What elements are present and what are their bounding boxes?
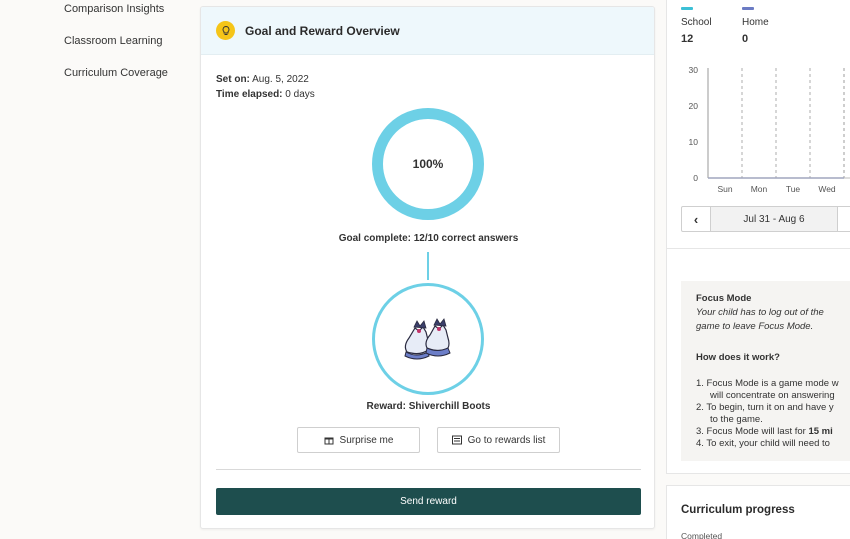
focus-step-2-cont: to the game. <box>710 414 763 425</box>
focus-mode-desc-2: game to leave Focus Mode. <box>696 321 814 332</box>
activity-chart: 0 10 20 30 Sun Mon Tue Wed <box>689 65 850 194</box>
focus-step-4: 4. To exit, your child will need to <box>696 438 830 449</box>
goal-progress-ring: 100% <box>372 108 484 220</box>
x-tick-label: Mon <box>751 184 768 194</box>
focus-mode-title: Focus Mode <box>696 293 752 304</box>
x-tick-label: Wed <box>818 184 836 194</box>
x-tick-label: Sun <box>717 184 732 194</box>
goal-card-header: Goal and Reward Overview <box>201 7 654 55</box>
focus-step-3: 3. Focus Mode will last for 15 mi <box>696 426 833 437</box>
surprise-me-label: Surprise me <box>339 434 394 446</box>
go-to-rewards-list-label: Go to rewards list <box>467 434 546 446</box>
goal-progress-percent: 100% <box>412 157 444 171</box>
x-tick-label: Tue <box>786 184 801 194</box>
completed-label: Completed <box>681 531 723 539</box>
curriculum-progress-card: Curriculum progress Completed <box>666 485 850 539</box>
goal-reward-card: Goal and Reward Overview Set on: Aug. 5,… <box>200 6 655 529</box>
set-on-value: Aug. 5, 2022 <box>252 74 309 85</box>
sidebar: Comparison Insights Classroom Learning C… <box>0 0 190 539</box>
set-on-row: Set on: Aug. 5, 2022 <box>216 74 309 85</box>
home-count: 0 <box>742 33 749 45</box>
goal-complete-text: Goal complete: 12/10 correct answers <box>338 233 519 244</box>
sidebar-item-classroom-learning[interactable]: Classroom Learning <box>64 35 162 47</box>
reward-boots-image <box>404 318 451 360</box>
divider <box>216 469 641 470</box>
y-tick-label: 10 <box>689 137 699 147</box>
gift-icon <box>324 437 334 445</box>
progress-connector <box>427 252 429 280</box>
week-range-label: Jul 31 - Aug 6 <box>710 206 838 232</box>
surprise-me-button[interactable]: Surprise me <box>297 427 420 453</box>
week-range-text: Jul 31 - Aug 6 <box>743 213 805 225</box>
time-elapsed-value: 0 days <box>285 89 315 100</box>
list-icon <box>451 435 462 445</box>
y-tick-label: 0 <box>693 173 698 183</box>
time-elapsed-label: Time elapsed: <box>216 89 283 100</box>
sidebar-item-curriculum-coverage[interactable]: Curriculum Coverage <box>64 67 168 79</box>
time-elapsed-row: Time elapsed: 0 days <box>216 89 315 100</box>
send-reward-button[interactable]: Send reward <box>216 488 641 515</box>
set-on-label: Set on: <box>216 74 250 85</box>
lightbulb-icon <box>216 21 235 40</box>
week-prev-button[interactable]: ‹ <box>681 206 711 232</box>
how-it-works-title: How does it work? <box>696 352 780 363</box>
chevron-left-icon: ‹ <box>693 211 699 227</box>
reward-ring <box>372 283 484 395</box>
go-to-rewards-list-button[interactable]: Go to rewards list <box>437 427 560 453</box>
school-label: School <box>681 17 712 28</box>
focus-step-2: 2. To begin, turn it on and have y <box>696 402 834 413</box>
curriculum-progress-title: Curriculum progress <box>681 504 795 516</box>
home-legend-swatch <box>742 7 754 10</box>
focus-mode-desc-1: Your child has to log out of the <box>696 307 824 318</box>
y-tick-label: 20 <box>689 101 699 111</box>
sidebar-item-comparison-insights[interactable]: Comparison Insights <box>64 3 164 15</box>
school-legend-swatch <box>681 7 693 10</box>
goal-card-title: Goal and Reward Overview <box>245 23 400 38</box>
week-next-button[interactable] <box>837 206 850 232</box>
school-count: 12 <box>681 33 694 45</box>
home-label: Home <box>742 17 769 28</box>
focus-step-1: 1. Focus Mode is a game mode w <box>696 378 839 389</box>
focus-step-3-duration: 15 mi <box>808 426 833 437</box>
focus-step-1-cont: will concentrate on answering <box>710 390 835 401</box>
focus-mode-info: Focus Mode Your child has to log out of … <box>681 281 850 461</box>
y-tick-label: 30 <box>689 65 699 75</box>
reward-name: Reward: Shiverchill Boots <box>366 401 491 412</box>
focus-step-3-text: 3. Focus Mode will last for <box>696 426 809 437</box>
